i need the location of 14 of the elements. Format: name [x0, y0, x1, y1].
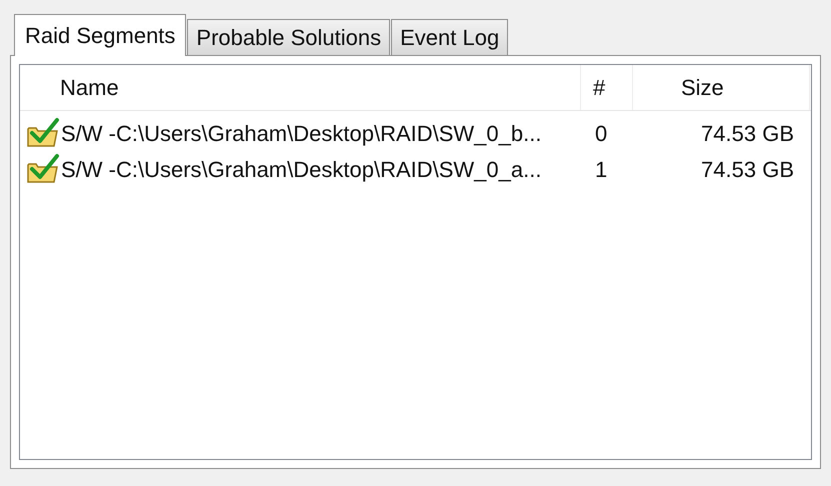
table-cell-text: S/W -C:\Users\Graham\Desktop\RAID\SW_0_b...	[61, 120, 542, 148]
tab[interactable]: Raid Segments	[14, 14, 186, 56]
table-cell-text: 0	[594, 120, 608, 148]
tab[interactable]: Probable Solutions	[187, 19, 390, 55]
column-header[interactable]: Size	[633, 65, 810, 110]
column-header[interactable]: #	[581, 65, 633, 110]
tab[interactable]: Event Log	[391, 19, 508, 55]
folder-check-icon	[26, 153, 60, 185]
table-cell-text: 74.53 GB	[700, 156, 795, 184]
table-cell-text: 1	[594, 156, 608, 184]
folder-check-icon	[26, 117, 60, 149]
table-cell-text: 74.53 GB	[700, 120, 795, 148]
table-cell-text: S/W -C:\Users\Graham\Desktop\RAID\SW_0_a...	[61, 156, 542, 184]
column-header[interactable]: Name	[20, 65, 581, 110]
